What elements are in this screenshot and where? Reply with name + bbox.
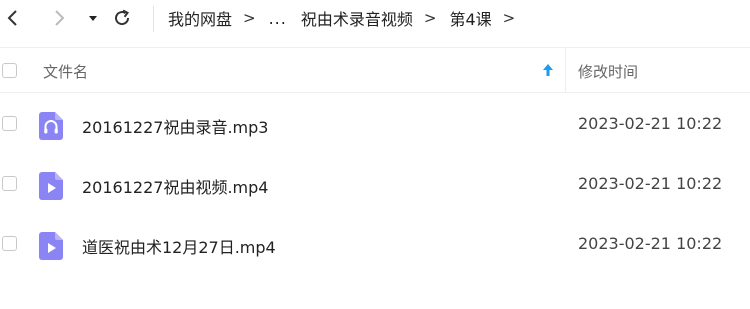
back-button[interactable]: [2, 6, 24, 30]
row-checkbox[interactable]: [2, 236, 17, 251]
table-row[interactable]: 20161227祝由视频.mp4 2023-02-21 10:22: [0, 154, 750, 214]
file-list-header: 文件名 修改时间: [0, 47, 750, 93]
breadcrumb-item-root[interactable]: 我的网盘: [168, 6, 232, 30]
column-header-name[interactable]: 文件名: [43, 61, 88, 82]
video-file-icon: [39, 232, 63, 260]
column-divider[interactable]: [565, 48, 566, 92]
file-modified-time: 2023-02-21 10:22: [578, 114, 723, 133]
breadcrumb-separator: >: [243, 9, 256, 27]
refresh-button[interactable]: [111, 6, 133, 30]
forward-button[interactable]: [48, 6, 70, 30]
navigation-toolbar: 我的网盘 > ... 祝由术录音视频 > 第4课 >: [0, 0, 750, 38]
file-name[interactable]: 20161227祝由录音.mp3: [82, 114, 268, 138]
audio-file-icon: [39, 112, 63, 140]
breadcrumb-separator: >: [502, 9, 516, 27]
file-modified-time: 2023-02-21 10:22: [578, 174, 723, 193]
breadcrumb: 我的网盘 > ... 祝由术录音视频 > 第4课 >: [168, 6, 528, 30]
file-name[interactable]: 20161227祝由视频.mp4: [82, 174, 268, 198]
sort-up-arrow-icon[interactable]: [541, 62, 555, 78]
chevron-right-icon: [55, 10, 65, 26]
history-dropdown-button[interactable]: [82, 6, 104, 30]
caret-down-icon: [89, 16, 97, 21]
file-modified-time: 2023-02-21 10:22: [578, 234, 723, 253]
select-all-checkbox[interactable]: [2, 63, 17, 78]
video-file-icon: [39, 172, 63, 200]
breadcrumb-item-folder2[interactable]: 第4课: [449, 6, 491, 30]
breadcrumb-separator: >: [423, 9, 437, 27]
row-checkbox[interactable]: [2, 116, 17, 131]
chevron-left-icon: [7, 10, 17, 26]
table-row[interactable]: 道医祝由术12月27日.mp4 2023-02-21 10:22: [0, 214, 750, 274]
refresh-icon: [115, 9, 130, 26]
file-name[interactable]: 道医祝由术12月27日.mp4: [82, 234, 276, 258]
table-row[interactable]: 20161227祝由录音.mp3 2023-02-21 10:22: [0, 94, 750, 154]
toolbar-divider: [153, 6, 154, 32]
column-header-modified-time[interactable]: 修改时间: [578, 61, 638, 82]
breadcrumb-ellipsis[interactable]: ...: [269, 9, 287, 28]
row-checkbox[interactable]: [2, 176, 17, 191]
breadcrumb-item-folder1[interactable]: 祝由术录音视频: [301, 6, 413, 30]
